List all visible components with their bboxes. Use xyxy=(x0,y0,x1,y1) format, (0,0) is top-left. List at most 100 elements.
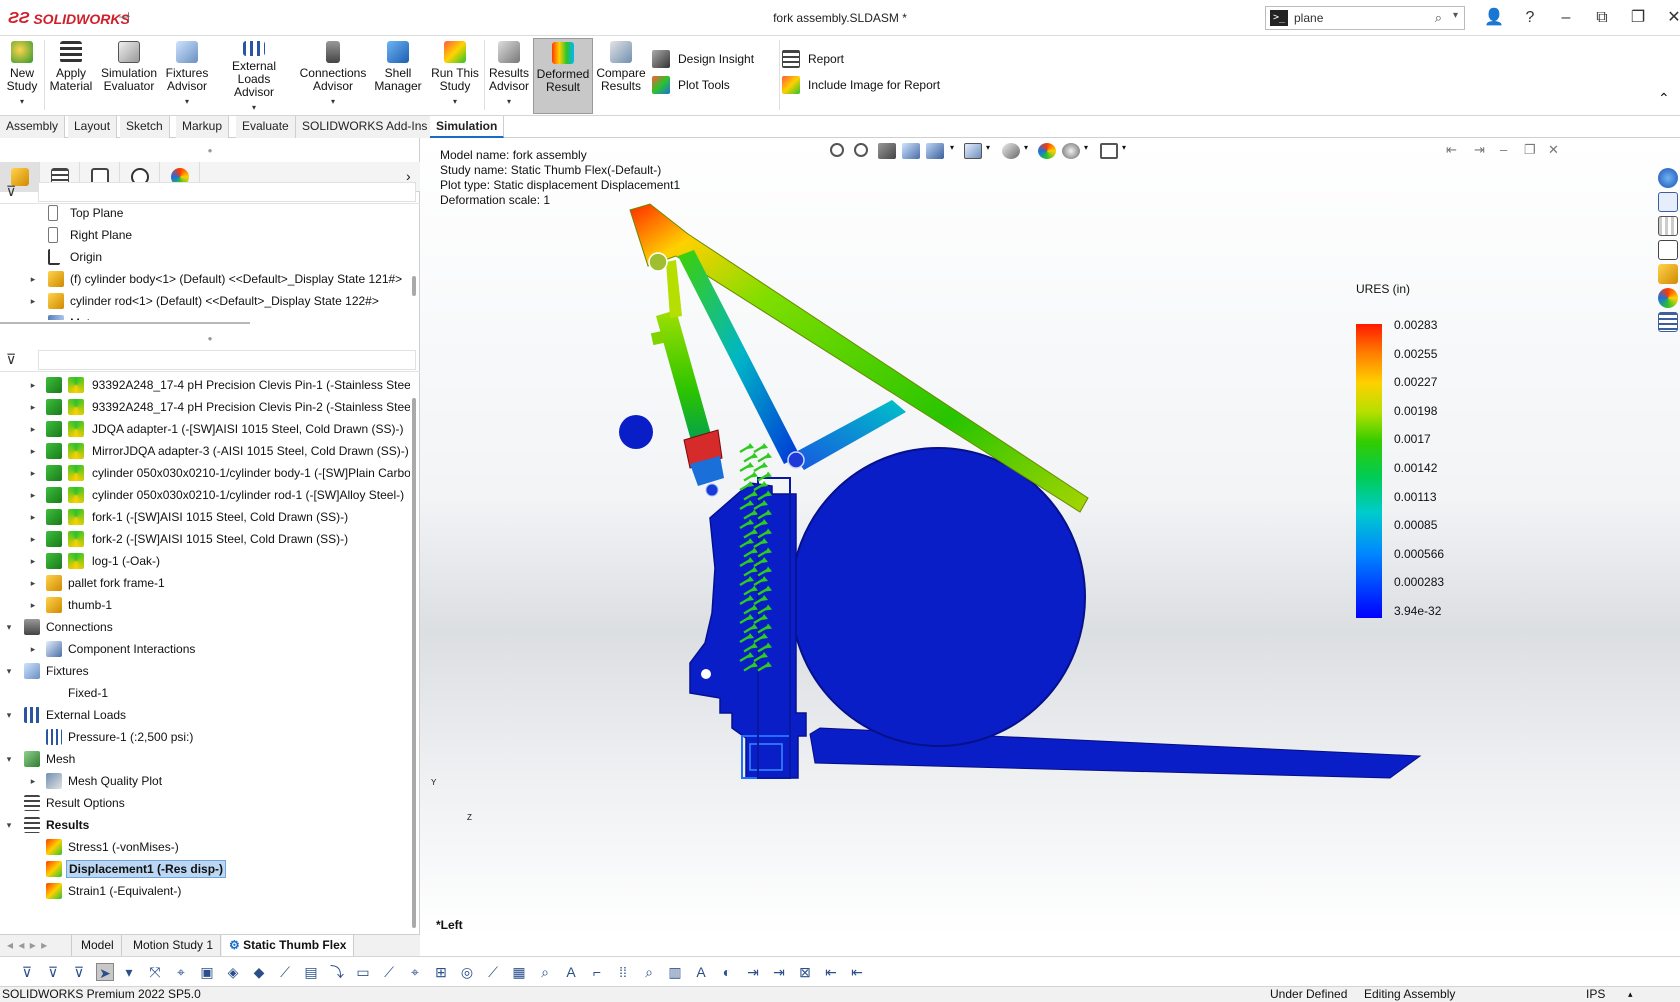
collapse-arrow-icon[interactable]: ▾ xyxy=(4,666,14,677)
tab-sketch[interactable]: Sketch xyxy=(120,116,170,138)
sim-tree-item[interactable]: ▸ Component Interactions xyxy=(0,638,410,660)
command-bar-tool-icon[interactable]: ⌕ xyxy=(640,963,658,981)
command-bar-tool-icon[interactable]: A xyxy=(692,963,710,981)
expand-arrow-icon[interactable]: ▸ xyxy=(28,402,38,413)
command-bar-tool-icon[interactable]: ⊞ xyxy=(432,963,450,981)
tree-item[interactable]: Top Plane xyxy=(0,202,410,224)
tab-motion-study-1[interactable]: Motion Study 1 xyxy=(126,935,222,956)
view-palette-icon[interactable] xyxy=(1658,264,1678,284)
viewport-tile-left-icon[interactable]: ⇤ xyxy=(1446,142,1457,158)
sim-tree-item[interactable]: ▸ cylinder 050x030x0210-1/cylinder body-1… xyxy=(0,462,410,484)
close-button[interactable]: ✕ xyxy=(1656,6,1680,30)
chevron-down-icon[interactable]: ▾ xyxy=(950,143,958,159)
sim-tree-item[interactable]: ▾ Mesh xyxy=(0,748,410,770)
home-icon[interactable] xyxy=(1658,192,1678,212)
command-bar-tool-icon[interactable]: ⌖ xyxy=(172,963,190,981)
sim-tree-item[interactable]: ▾ Results xyxy=(0,814,410,836)
compare-results-button[interactable]: Compare Results xyxy=(596,38,646,114)
chevron-down-icon[interactable]: ▾ xyxy=(1024,143,1032,159)
sim-tree-item[interactable]: ▸ cylinder 050x030x0210-1/cylinder rod-1 … xyxy=(0,484,410,506)
tab-markup[interactable]: Markup xyxy=(176,116,230,138)
sim-tree-item[interactable]: Result Options xyxy=(0,792,410,814)
sim-tree-item[interactable]: ▸ fork-1 (-[SW]AISI 1015 Steel, Cold Draw… xyxy=(0,506,410,528)
include-image-for-report-button[interactable]: Include Image for Report xyxy=(782,74,940,96)
command-bar-tool-icon[interactable]: ⤵ xyxy=(328,963,346,981)
design-library-icon[interactable] xyxy=(1658,216,1678,236)
sim-tree-item[interactable]: ▸ Mesh Quality Plot xyxy=(0,770,410,792)
sim-tree-item[interactable]: ▸ 93392A248_17-4 pH Precision Clevis Pin-… xyxy=(0,374,410,396)
graphics-viewport[interactable]: Model name: fork assembly Study name: St… xyxy=(420,138,1680,934)
run-study-dropdown-icon[interactable]: ▾ xyxy=(453,95,457,108)
simulation-evaluator-button[interactable]: Simulation Evaluator xyxy=(98,38,160,114)
viewport-tile-right-icon[interactable]: ⇥ xyxy=(1474,142,1485,158)
chevron-down-icon[interactable]: ▾ xyxy=(1122,143,1130,159)
edit-appearance-icon[interactable] xyxy=(1038,143,1056,159)
sim-tree-item[interactable]: ▸ fork-2 (-[SW]AISI 1015 Steel, Cold Draw… xyxy=(0,528,410,550)
tile-windows-button[interactable]: ⧉ xyxy=(1584,6,1620,30)
tab-simulation[interactable]: Simulation xyxy=(430,116,505,138)
sim-tree-item[interactable]: ▾ Connections xyxy=(0,616,410,638)
sim-tree-item[interactable]: Pressure-1 (:2,500 psi:) xyxy=(0,726,410,748)
command-bar-tool-icon[interactable]: ◈ xyxy=(224,963,242,981)
command-bar-tool-icon[interactable]: ◎ xyxy=(458,963,476,981)
sim-tree-item[interactable]: ▸ MirrorJDQA adapter-3 (-AISI 1015 Steel,… xyxy=(0,440,410,462)
panel-splitter-handle[interactable]: ● xyxy=(0,334,420,344)
expand-arrow-icon[interactable]: ▸ xyxy=(28,446,38,457)
tab-solidworks-add-ins[interactable]: SOLIDWORKS Add-Ins xyxy=(296,116,435,138)
sim-tree-item[interactable]: ▾ Fixtures xyxy=(0,660,410,682)
collapse-arrow-icon[interactable]: ▾ xyxy=(4,754,14,765)
command-bar-tool-icon[interactable]: ⟋ xyxy=(276,963,294,981)
tab-assembly[interactable]: Assembly xyxy=(0,116,66,138)
simulation-tree-filter[interactable]: ⊽ xyxy=(0,348,420,372)
report-button[interactable]: Report xyxy=(782,48,844,70)
expand-arrow-icon[interactable]: ▸ xyxy=(28,318,38,321)
new-study-button[interactable]: New Study ▾ xyxy=(2,38,42,114)
external-loads-advisor-dropdown-icon[interactable]: ▾ xyxy=(252,101,256,114)
sim-tree-item[interactable]: Fixed-1 xyxy=(0,682,410,704)
custom-properties-icon[interactable] xyxy=(1658,312,1678,332)
sim-tree-item[interactable]: ▾ External Loads xyxy=(0,704,410,726)
command-bar-tool-icon[interactable]: ▦ xyxy=(510,963,528,981)
expand-arrow-icon[interactable]: ▸ xyxy=(28,490,38,501)
sim-tree-item[interactable]: ▸ log-1 (-Oak-) xyxy=(0,550,410,572)
filter-input[interactable] xyxy=(38,350,416,370)
filter-input[interactable] xyxy=(38,182,416,202)
command-bar-tool-icon[interactable]: ▾ xyxy=(120,963,138,981)
viewport-close-icon[interactable]: ✕ xyxy=(1548,142,1559,158)
section-view-icon[interactable] xyxy=(902,143,920,159)
view-settings-icon[interactable] xyxy=(1100,143,1118,159)
sim-tree-item[interactable]: ▸ JDQA adapter-1 (-[SW]AISI 1015 Steel, C… xyxy=(0,418,410,440)
command-bar-tool-icon[interactable]: ⊽ xyxy=(44,963,62,981)
zoom-to-fit-icon[interactable] xyxy=(830,143,844,157)
results-advisor-button[interactable]: Results Advisor ▾ xyxy=(487,38,531,114)
sim-tree-item[interactable]: Displacement1 (-Res disp-) xyxy=(0,858,410,880)
file-explorer-icon[interactable] xyxy=(1658,240,1678,260)
chevron-down-icon[interactable]: ▾ xyxy=(1084,143,1092,159)
cylinder-rod[interactable] xyxy=(666,260,682,318)
sim-tree-item[interactable]: ▸ thumb-1 xyxy=(0,594,410,616)
viewport-restore-icon[interactable]: ❐ xyxy=(1524,142,1536,158)
command-bar-tool-icon[interactable]: ⇥ xyxy=(770,963,788,981)
expand-arrow-icon[interactable]: ▸ xyxy=(28,512,38,523)
command-bar-tool-icon[interactable]: ⇤ xyxy=(822,963,840,981)
feature-tree-filter[interactable]: ⊽ xyxy=(0,180,420,204)
command-bar-tool-icon[interactable]: A xyxy=(562,963,580,981)
tab-model[interactable]: Model xyxy=(74,935,122,956)
sim-tree-item[interactable]: ▸ 93392A248_17-4 pH Precision Clevis Pin-… xyxy=(0,396,410,418)
model-render[interactable] xyxy=(420,138,1680,934)
tree-item[interactable]: Origin xyxy=(0,246,410,268)
sim-tree-item[interactable]: ▸ pallet fork frame-1 xyxy=(0,572,410,594)
display-style-icon[interactable] xyxy=(1002,143,1020,159)
help-icon[interactable]: ? xyxy=(1512,6,1548,30)
command-bar-tool-icon[interactable]: ➤ xyxy=(96,963,114,981)
command-bar-tool-icon[interactable]: ▥ xyxy=(666,963,684,981)
collapse-arrow-icon[interactable]: ▾ xyxy=(4,820,14,831)
deformed-result-button[interactable]: Deformed Result xyxy=(533,38,593,114)
expand-arrow-icon[interactable]: ▸ xyxy=(28,534,38,545)
search-icon[interactable]: ⌕ xyxy=(1435,10,1442,26)
dynamic-annotation-icon[interactable] xyxy=(926,143,944,159)
fixtures-advisor-button[interactable]: Fixtures Advisor ▾ xyxy=(162,38,212,114)
command-bar-tool-icon[interactable]: ▭ xyxy=(354,963,372,981)
connections-advisor-dropdown-icon[interactable]: ▾ xyxy=(331,95,335,108)
expand-arrow-icon[interactable]: ▸ xyxy=(28,776,38,787)
